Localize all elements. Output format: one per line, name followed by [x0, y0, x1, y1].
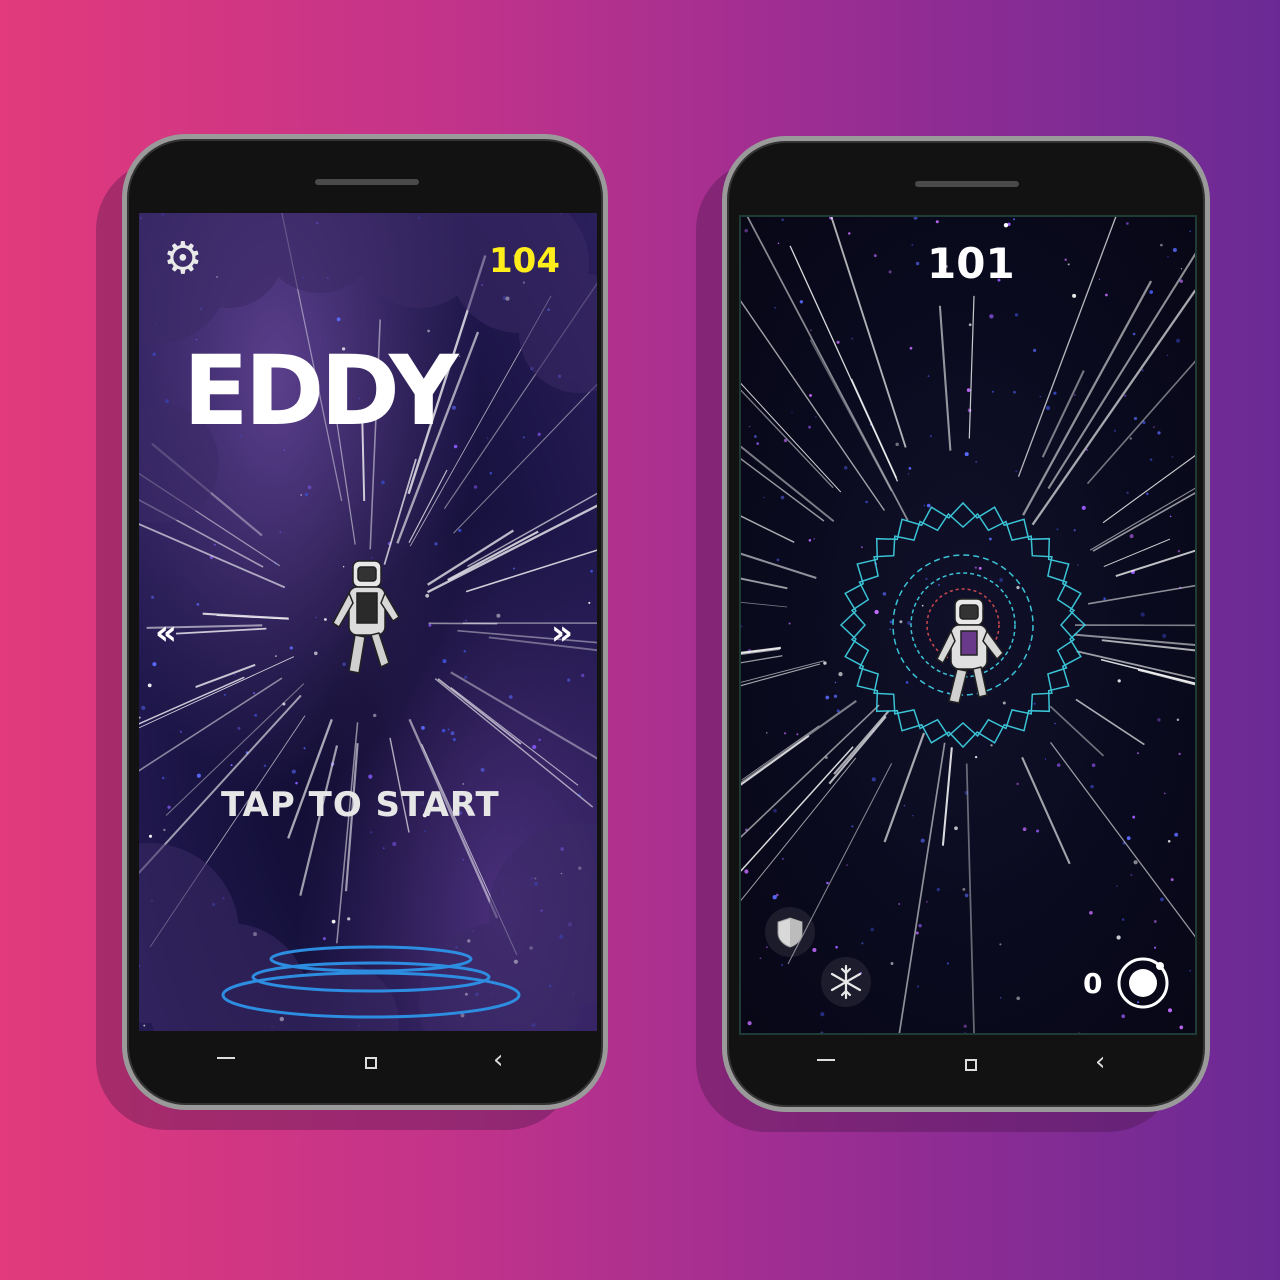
home-icon[interactable] [365, 1057, 377, 1069]
snowflake-icon [830, 964, 862, 1000]
freeze-powerup-button[interactable] [821, 957, 871, 1007]
astronaut-character [332, 560, 401, 674]
astronaut-character [936, 598, 1004, 704]
recent-apps-icon[interactable] [817, 1059, 835, 1061]
prev-character-icon[interactable]: « [155, 613, 177, 653]
back-icon[interactable]: ‹ [493, 1047, 503, 1073]
next-character-icon[interactable]: » [551, 613, 573, 653]
back-icon[interactable]: ‹ [1095, 1049, 1105, 1075]
game-title: EDDY [183, 335, 458, 447]
shield-icon [777, 917, 803, 948]
home-icon[interactable] [965, 1059, 977, 1071]
current-score: 101 [927, 239, 1015, 288]
speaker-grille [315, 179, 419, 185]
tap-to-start-label[interactable]: TAP TO START [221, 785, 500, 825]
settings-gear-icon[interactable]: ⚙ [163, 237, 202, 281]
phone-right: 101 0 ‹ [722, 136, 1210, 1112]
phone-left: ⚙ 104 EDDY « » TAP TO START ‹ [122, 134, 608, 1110]
recent-apps-icon[interactable] [217, 1057, 235, 1059]
coin-count: 0 [1083, 967, 1103, 1000]
shield-powerup-button[interactable] [765, 907, 815, 957]
game-screen[interactable]: 101 0 [739, 215, 1197, 1035]
speaker-grille [915, 181, 1019, 187]
menu-screen[interactable]: ⚙ 104 EDDY « » TAP TO START [139, 213, 597, 1031]
best-score: 104 [489, 241, 560, 281]
